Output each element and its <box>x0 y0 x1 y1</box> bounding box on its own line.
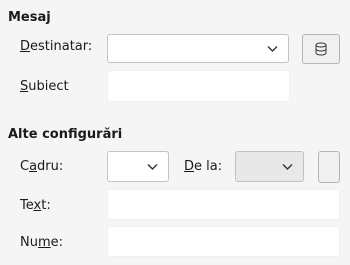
section-heading-alte-configurari: Alte configurări <box>8 127 123 142</box>
nume-label: Nume: <box>20 235 64 250</box>
database-icon <box>315 42 327 56</box>
chevron-down-icon <box>282 163 293 170</box>
destinatar-combobox[interactable] <box>107 34 289 63</box>
subiect-label: Subiect <box>20 79 69 94</box>
nume-input[interactable] <box>107 226 340 257</box>
text-label: Text: <box>20 198 51 213</box>
section-heading-mesaj: Mesaj <box>8 10 51 25</box>
dela-extra-button[interactable] <box>318 151 340 183</box>
text-input[interactable] <box>107 189 340 220</box>
chevron-down-icon <box>147 163 158 170</box>
dela-combobox[interactable] <box>235 151 304 182</box>
destinatar-label: Destinatar: <box>20 39 93 54</box>
address-book-button[interactable] <box>302 34 340 64</box>
cadru-combobox[interactable] <box>107 151 169 182</box>
chevron-down-icon <box>267 45 278 52</box>
dela-label: De la: <box>184 159 223 174</box>
subiect-input[interactable] <box>107 70 290 102</box>
cadru-label: Cadru: <box>20 159 64 174</box>
